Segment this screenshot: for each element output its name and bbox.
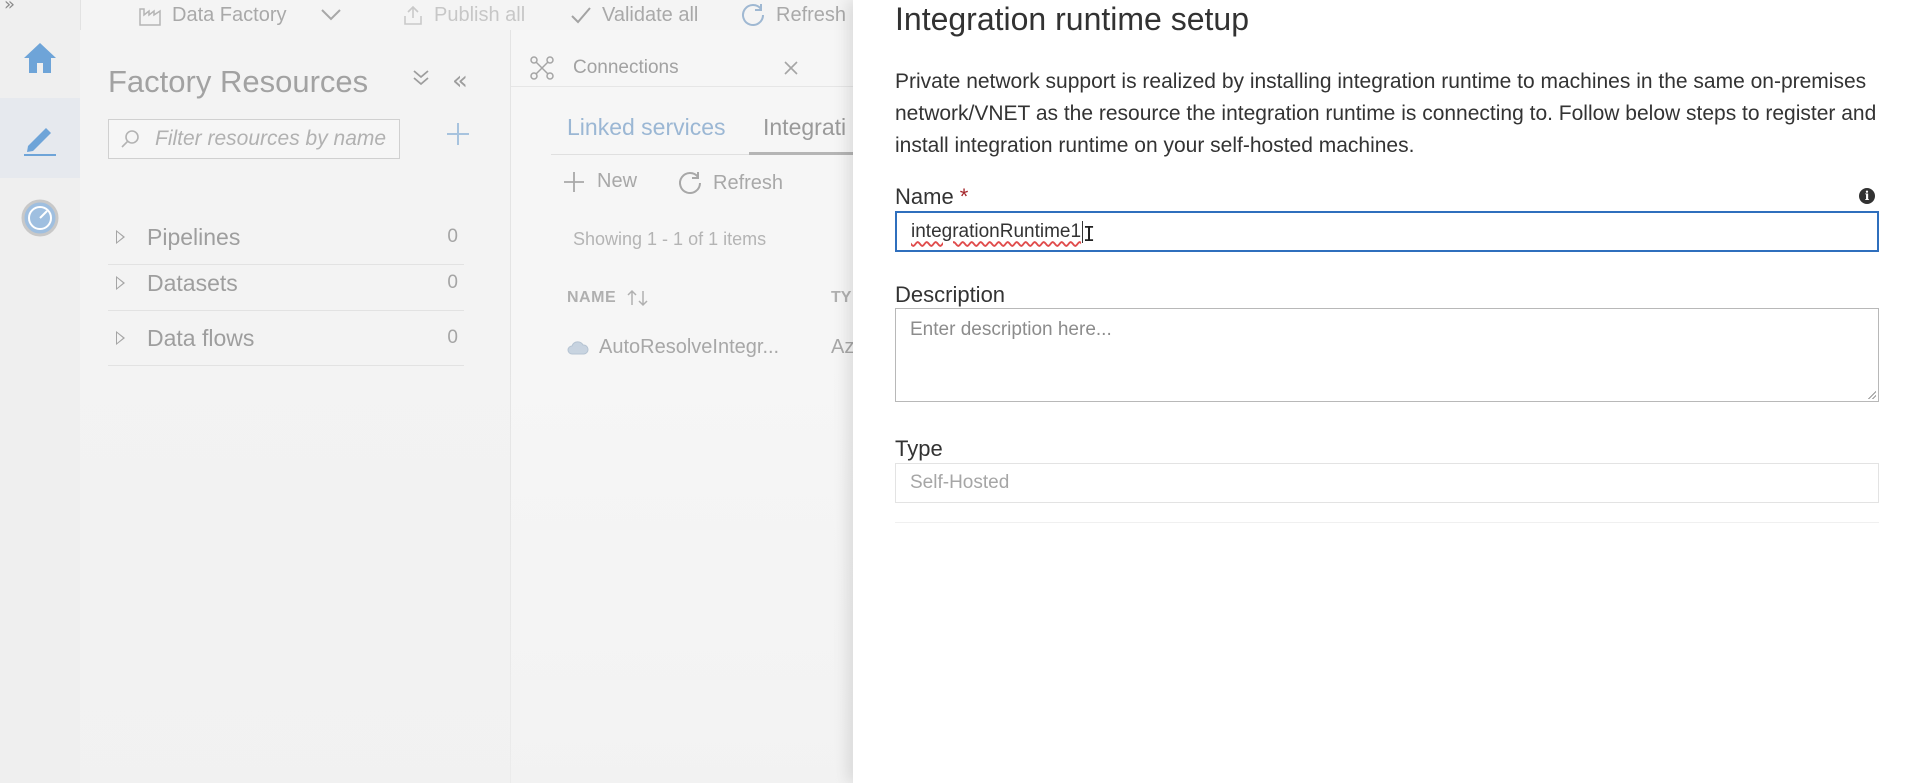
- description-field[interactable]: [895, 308, 1879, 402]
- name-input[interactable]: integrationRuntime1 I: [895, 211, 1879, 252]
- monitor-button[interactable]: [0, 178, 80, 258]
- author-button[interactable]: [0, 98, 80, 178]
- divider: [895, 522, 1879, 523]
- type-field-label: Type: [895, 436, 943, 461]
- column-header-type[interactable]: TY: [831, 289, 851, 307]
- resources-title: Factory Resources: [108, 64, 369, 99]
- monitor-gauge-icon: [21, 199, 59, 237]
- tab-connections-label: Connections: [573, 57, 679, 78]
- expand-triangle-icon: [116, 276, 125, 290]
- filter-resources-input[interactable]: [153, 126, 397, 152]
- factory-resources-pane: Factory Resources « Pipelines 0 Datasets…: [80, 30, 511, 783]
- plus-icon: [447, 123, 469, 145]
- filter-resources-field[interactable]: [108, 119, 400, 159]
- collapse-pane-icon[interactable]: «: [452, 66, 468, 96]
- chevron-down-icon: [321, 9, 342, 21]
- plus-icon: [564, 171, 584, 192]
- refresh-toolbar-button[interactable]: Refresh: [740, 0, 846, 30]
- name-field-label: Name *: [895, 184, 968, 210]
- pencil-icon: [24, 128, 56, 156]
- description-field-label: Description: [895, 282, 1006, 307]
- table-row[interactable]: AutoResolveIntegr...: [567, 336, 779, 359]
- resource-item-count: 0: [447, 272, 458, 293]
- type-field-value: Self-Hosted: [910, 472, 1010, 493]
- active-tab-indicator: [749, 152, 853, 155]
- integration-runtime-setup-panel: Integration runtime setup Private networ…: [853, 0, 1919, 783]
- cloud-icon: [567, 340, 589, 354]
- mouse-ibeam-cursor-icon: I: [1083, 222, 1096, 246]
- new-button[interactable]: New: [563, 170, 637, 193]
- sort-icon: [627, 289, 648, 307]
- connections-icon: [530, 56, 554, 80]
- resource-item-label: Pipelines: [147, 223, 241, 250]
- home-button[interactable]: [0, 18, 80, 98]
- publish-all-button[interactable]: Publish all: [402, 0, 525, 30]
- expand-nav-icon[interactable]: »: [4, 0, 15, 15]
- description-textarea[interactable]: [896, 309, 1878, 401]
- left-nav-rail: »: [0, 0, 81, 783]
- resource-item-label: Datasets: [147, 269, 238, 296]
- publish-icon: [404, 5, 422, 25]
- resize-grip-icon[interactable]: [1868, 391, 1876, 399]
- new-button-label: New: [597, 170, 638, 192]
- refresh-toolbar-label: Refresh: [776, 3, 847, 26]
- tab-divider: [511, 86, 853, 87]
- refresh-button[interactable]: Refresh: [677, 170, 783, 196]
- factory-icon: [139, 8, 161, 26]
- validate-all-label: Validate all: [602, 3, 699, 26]
- refresh-icon: [742, 4, 764, 26]
- resource-item-count: 0: [447, 327, 458, 348]
- connections-pane: Connections Linked services Integrati Ne…: [511, 30, 855, 783]
- items-count-text: Showing 1 - 1 of 1 items: [573, 229, 767, 249]
- publish-all-label: Publish all: [434, 3, 526, 26]
- factory-selector[interactable]: Data Factory: [138, 0, 342, 30]
- panel-title: Integration runtime setup: [895, 1, 1249, 37]
- row-name-cell[interactable]: AutoResolveIntegr...: [599, 336, 779, 359]
- resource-item-datasets[interactable]: Datasets 0: [108, 256, 464, 311]
- refresh-button-label: Refresh: [713, 171, 784, 194]
- validate-all-button[interactable]: Validate all: [570, 0, 698, 30]
- name-input-value: integrationRuntime1: [911, 220, 1082, 242]
- search-icon: [121, 130, 139, 148]
- factory-name: Data Factory: [172, 3, 287, 26]
- expand-triangle-icon: [116, 230, 125, 244]
- type-field: Self-Hosted: [895, 463, 1879, 503]
- top-toolbar: Data Factory Publish all Validate all Re…: [80, 0, 860, 30]
- close-icon[interactable]: [783, 60, 799, 76]
- check-icon: [571, 7, 591, 24]
- resource-item-count: 0: [447, 226, 458, 247]
- expand-triangle-icon: [116, 331, 125, 345]
- row-type-cell: Az: [831, 336, 855, 358]
- refresh-icon: [679, 172, 701, 194]
- panel-description: Private network support is realized by i…: [895, 70, 1877, 157]
- column-header-name-label: NAME: [567, 289, 617, 306]
- add-resource-button[interactable]: [445, 114, 471, 157]
- name-label-text: Name: [895, 184, 954, 209]
- tab-integration-runtimes[interactable]: Integrati: [763, 114, 846, 141]
- home-icon: [24, 43, 56, 73]
- tab-linked-services[interactable]: Linked services: [567, 114, 726, 141]
- column-header-name[interactable]: NAME: [567, 289, 650, 307]
- resource-item-data-flows[interactable]: Data flows 0: [108, 311, 464, 366]
- collapse-all-icon[interactable]: [412, 68, 430, 94]
- resource-item-label: Data flows: [147, 324, 255, 351]
- required-marker: *: [959, 184, 969, 209]
- tab-connections[interactable]: Connections: [511, 48, 811, 88]
- info-icon[interactable]: i: [1859, 188, 1875, 204]
